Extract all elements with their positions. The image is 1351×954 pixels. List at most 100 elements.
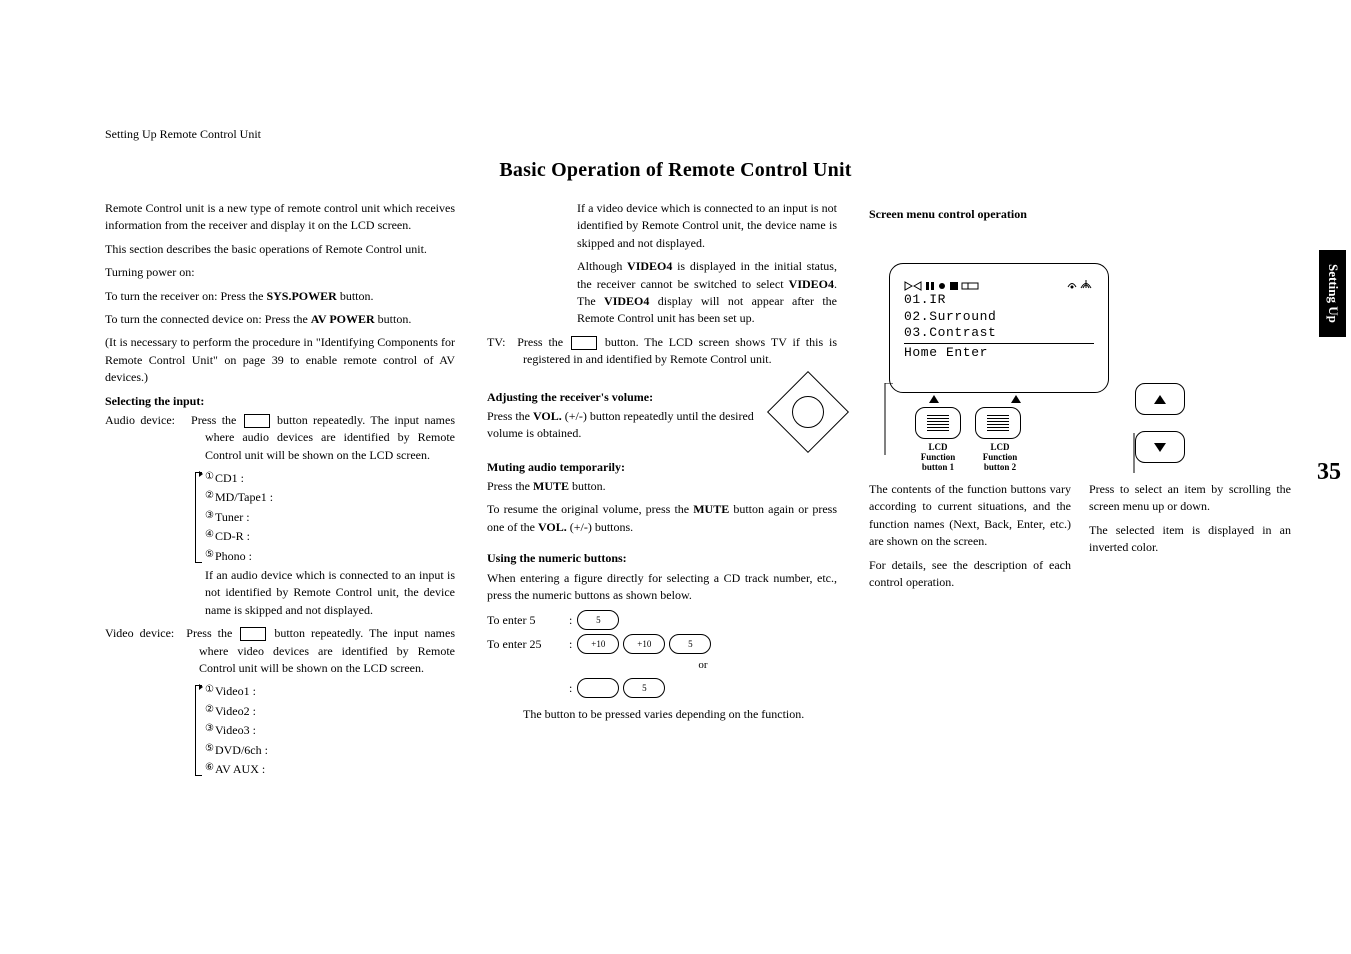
video-button-icon	[240, 627, 266, 641]
page-title: Basic Operation of Remote Control Unit	[0, 156, 1351, 185]
tv-pre: Press the	[517, 335, 569, 349]
circled-num: ②	[205, 703, 214, 718]
turning-on-line: Turning power on:	[105, 264, 455, 281]
audio-text-pre: Press the	[191, 413, 242, 427]
num-5-icon: 5	[669, 634, 711, 654]
side-tab: Setting Up	[1319, 250, 1346, 337]
circled-num: ③	[205, 722, 214, 737]
t: Although	[577, 259, 627, 273]
video-device-note: If a video device which is connected to …	[487, 200, 837, 252]
lcd-line: 02.Surround	[904, 309, 1094, 325]
or-label: or	[569, 658, 837, 674]
list-item: ②Video2 :	[205, 703, 455, 720]
dpad-icon	[767, 371, 849, 453]
t: To resume the original volume, press the	[487, 502, 693, 516]
colon: :	[569, 680, 572, 697]
bottom-two-cols: The contents of the function buttons var…	[869, 481, 1291, 597]
muting-heading: Muting audio temporarily:	[487, 459, 837, 476]
screen-menu-heading: Screen menu control operation	[869, 206, 1291, 223]
desc-left-1: The contents of the function buttons var…	[869, 481, 1071, 551]
numeric-heading: Using the numeric buttons:	[487, 550, 837, 567]
video-item: Video2 :	[215, 704, 256, 718]
circled-num: ③	[205, 509, 214, 524]
video-item: DVD/6ch :	[215, 743, 268, 757]
lcd-screen-icon: 01.IR 02.Surround 03.Contrast Home Enter	[889, 263, 1109, 393]
adjust-text: Press the VOL. (+/-) button repeatedly u…	[487, 408, 769, 443]
video4-label: VIDEO4	[789, 277, 834, 291]
lcd-fn2-button-icon	[975, 407, 1021, 439]
selecting-input-heading: Selecting the input:	[105, 393, 455, 410]
intro-2: This section describes the basic operati…	[105, 241, 455, 258]
video-device-line: Video device: Press the button repeatedl…	[105, 625, 455, 677]
video-item: Video3 :	[215, 723, 256, 737]
power-note: (It is necessary to perform the procedur…	[105, 334, 455, 386]
columns: Remote Control unit is a new type of rem…	[105, 200, 1291, 924]
vol-label: VOL.	[538, 520, 567, 534]
list-item: ⑥AV AUX :	[205, 761, 455, 778]
lcd-line: 01.IR	[904, 292, 1094, 308]
circled-num: ⑤	[205, 742, 214, 757]
pointer-line-icon	[865, 383, 905, 463]
t: (+/-) buttons.	[567, 520, 633, 534]
num-5-icon: 5	[623, 678, 665, 698]
turn-device-post: button.	[375, 312, 412, 326]
circled-num: ②	[205, 489, 214, 504]
page-number: 35	[1317, 455, 1341, 490]
lcd-status-icons	[1064, 276, 1094, 292]
t: Press the	[487, 409, 533, 423]
circled-num: ①	[205, 683, 214, 698]
desc-right-2: The selected item is displayed in an inv…	[1089, 522, 1291, 557]
turn-receiver-pre: To turn the receiver on: Press the	[105, 289, 266, 303]
lcd-line: 03.Contrast	[904, 325, 1094, 341]
plus10-icon: +10	[577, 634, 619, 654]
circled-num: ⑤	[205, 548, 214, 563]
audio-list: ①CD1 : ②MD/Tape1 : ③Tuner : ④CD-R : ⑤Pho…	[105, 470, 455, 565]
audio-item: Phono :	[215, 549, 252, 563]
audio-text-post: button repeatedly. The input names where…	[205, 413, 455, 462]
t: Press the	[487, 479, 533, 493]
fn-buttons-row	[915, 407, 1109, 439]
adjust-volume-heading: Adjusting the receiver's volume:	[487, 389, 769, 406]
turn-device-pre: To turn the connected device on: Press t…	[105, 312, 311, 326]
lcd-icon-row	[904, 276, 1094, 292]
audio-device-label: Audio device:	[105, 413, 175, 427]
desc-left-2: For details, see the description of each…	[869, 557, 1071, 592]
enter-25-alt-row: : 5	[487, 678, 837, 698]
video4-label: VIDEO4	[627, 259, 672, 273]
pointer-line-icon	[1114, 433, 1154, 483]
turn-receiver-post: button.	[337, 289, 374, 303]
video4-label: VIDEO4	[604, 294, 649, 308]
turn-receiver-line: To turn the receiver on: Press the SYS.P…	[105, 288, 455, 305]
video4-note: Although VIDEO4 is displayed in the init…	[487, 258, 837, 328]
mute-label: MUTE	[533, 479, 569, 493]
num-5-icon: 5	[577, 610, 619, 630]
list-item: ⑤DVD/6ch :	[205, 742, 455, 759]
colon: :	[569, 636, 572, 653]
page: Setting Up Remote Control Unit Basic Ope…	[0, 0, 1351, 954]
lcd-line: Home Enter	[904, 343, 1094, 361]
colon: :	[569, 612, 572, 629]
list-item: ③Video3 :	[205, 722, 455, 739]
numeric-text: When entering a figure directly for sele…	[487, 570, 837, 605]
desc-right-1: Press to select an item by scrolling the…	[1089, 481, 1291, 516]
video-text-pre: Press the	[186, 626, 238, 640]
audio-device-line: Audio device: Press the button repeatedl…	[105, 412, 455, 464]
blank-pill-icon	[577, 678, 619, 698]
audio-item: MD/Tape1 :	[215, 490, 273, 504]
av-power-label: AV POWER	[311, 312, 375, 326]
audio-item: CD1 :	[215, 471, 244, 485]
sys-power-label: SYS.POWER	[266, 289, 336, 303]
circled-num: ①	[205, 470, 214, 485]
mute-label: MUTE	[693, 502, 729, 516]
t: button.	[569, 479, 606, 493]
numeric-note: The button to be pressed varies dependin…	[487, 706, 837, 723]
enter5-label: To enter 5	[487, 612, 569, 629]
list-item: ⑤Phono :	[205, 548, 455, 565]
tv-button-icon	[571, 336, 597, 350]
scroll-up-button-icon	[1135, 383, 1185, 415]
circled-num: ④	[205, 528, 214, 543]
column-1: Remote Control unit is a new type of rem…	[105, 200, 455, 924]
mute-resume: To resume the original volume, press the…	[487, 501, 837, 536]
column-2: If a video device which is connected to …	[487, 200, 837, 924]
video-device-label: Video device:	[105, 626, 174, 640]
